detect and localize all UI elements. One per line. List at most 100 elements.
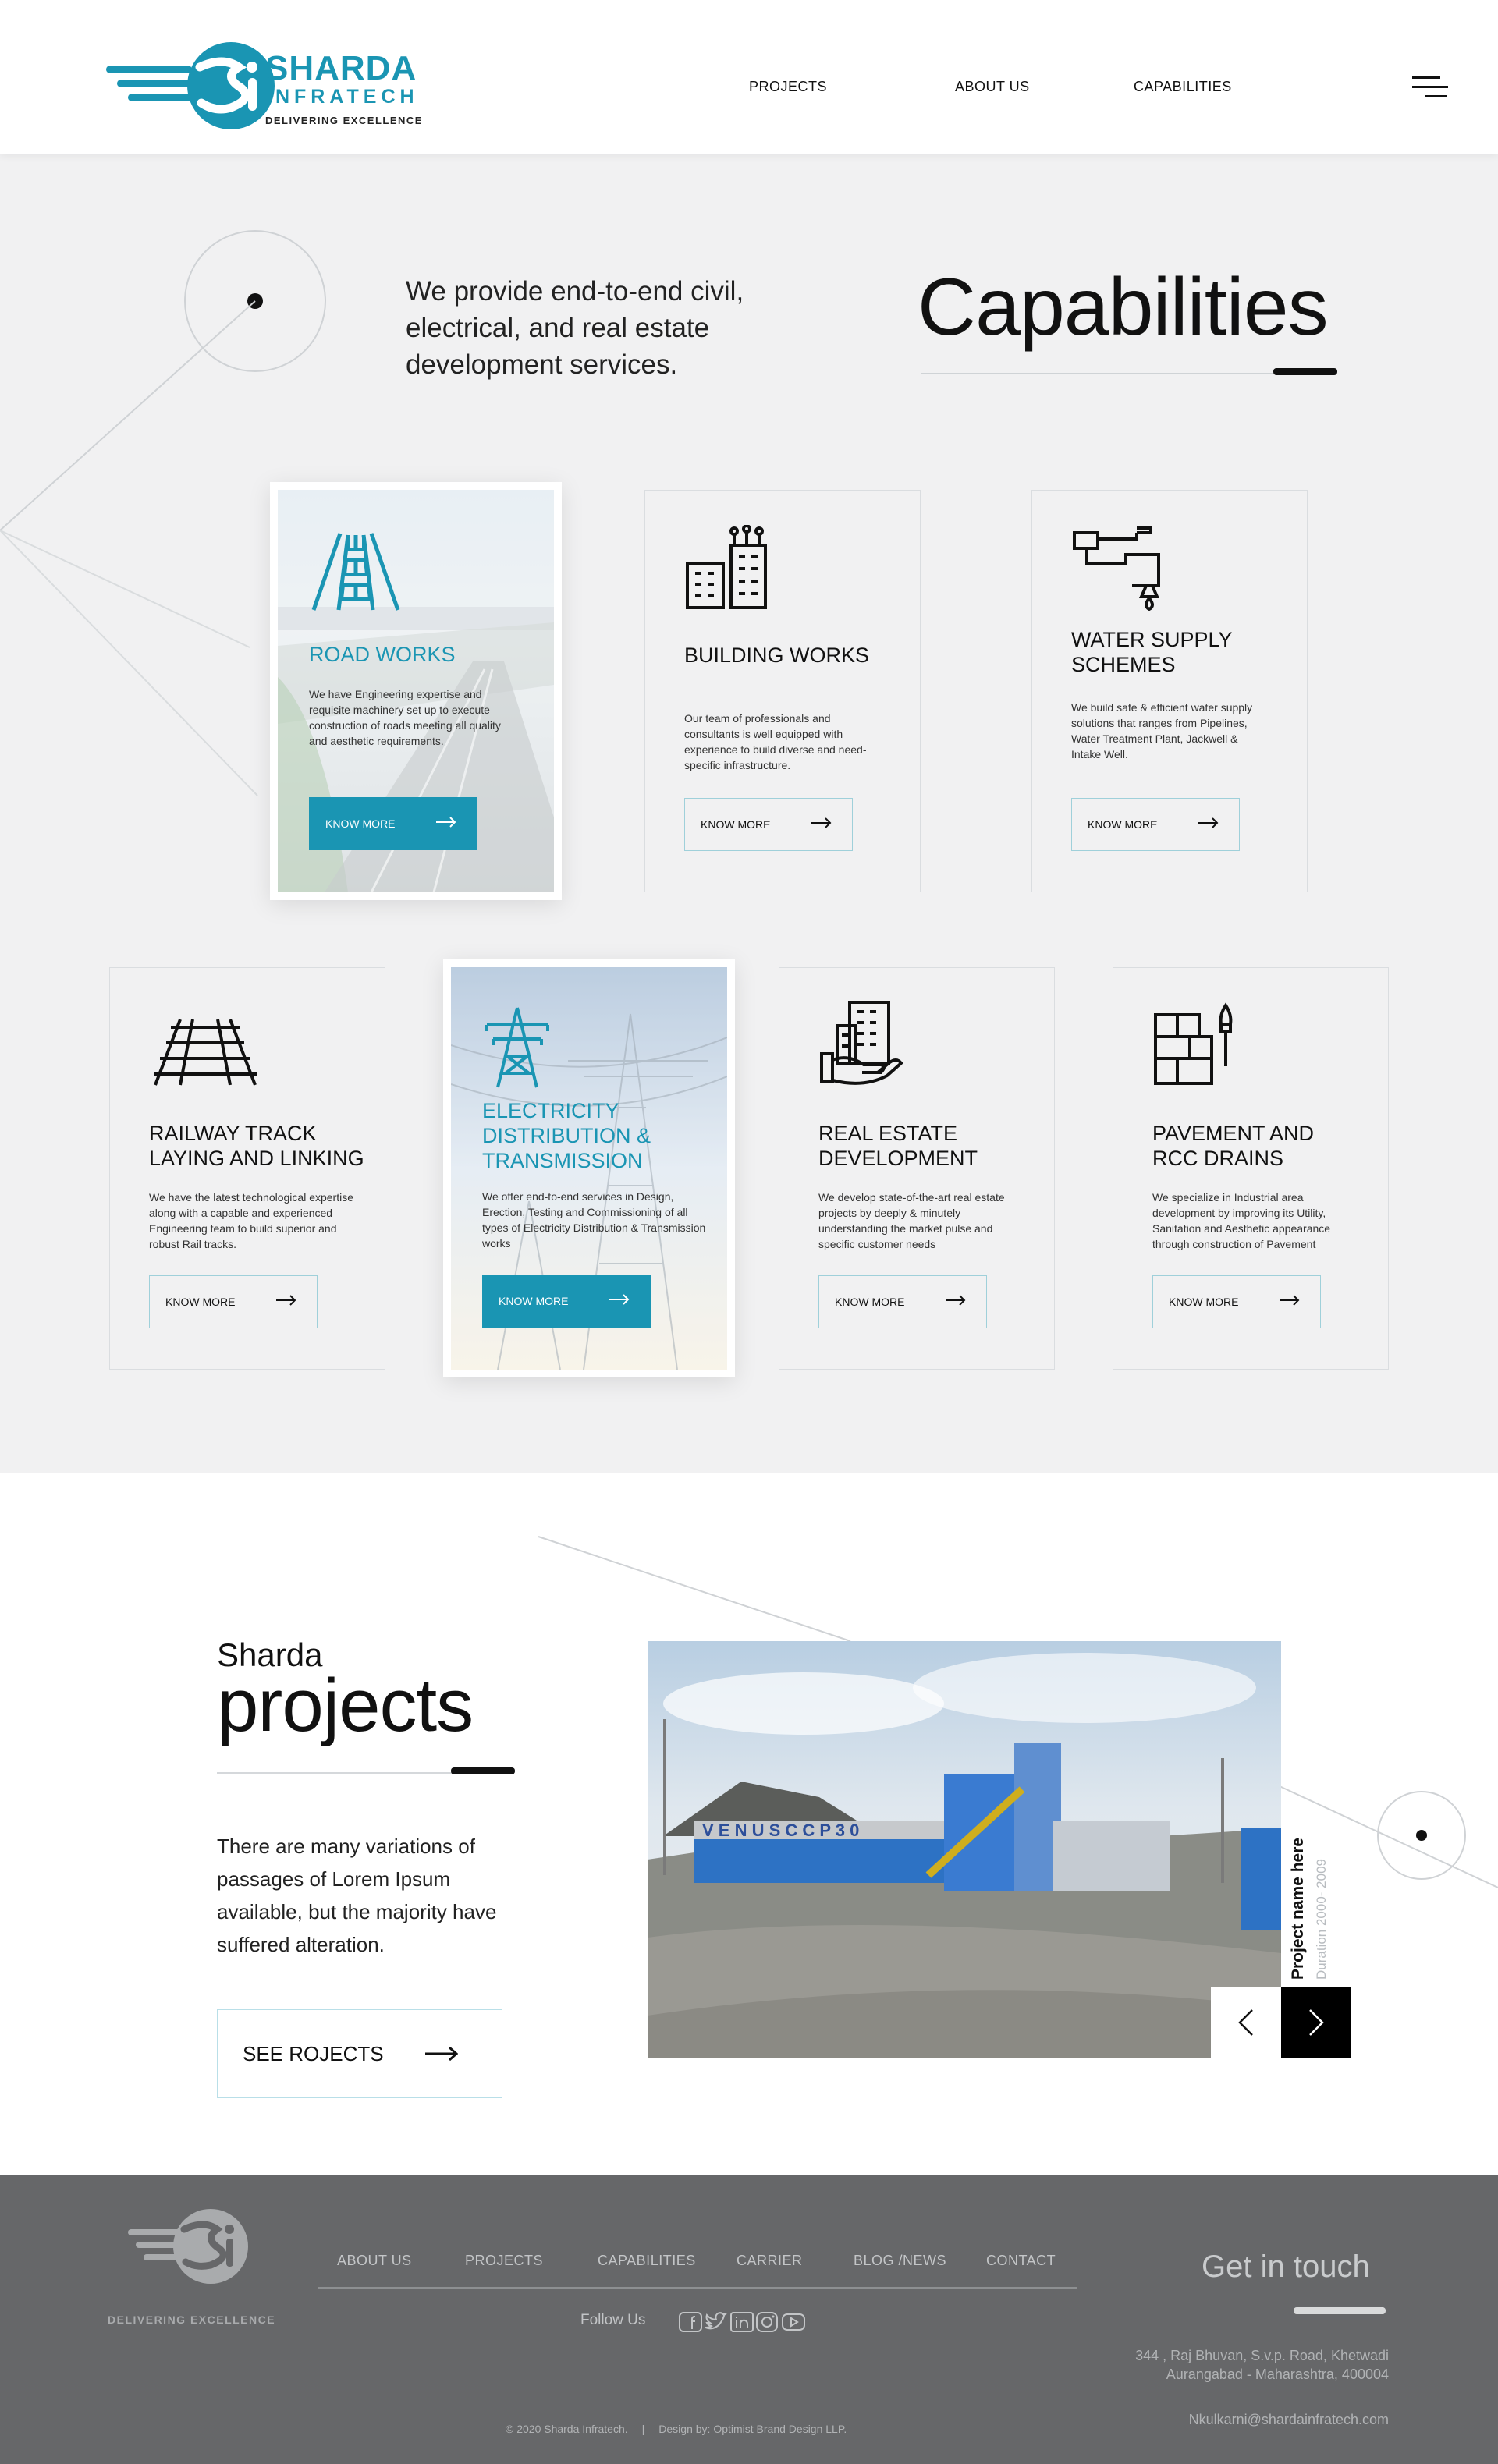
project-duration: Duration 2000- 2009 — [1314, 1858, 1329, 1980]
nav-about-us[interactable]: ABOUT US — [955, 79, 1030, 95]
electricity-know-more-button[interactable]: KNOW MORE — [482, 1275, 651, 1328]
arrow-right-icon — [946, 1295, 966, 1306]
button-label: KNOW MORE — [165, 1296, 236, 1308]
plant-label: V E N U S C C P 3 0 — [702, 1821, 859, 1840]
projects-title: projects — [217, 1664, 474, 1747]
arrow-right-icon — [609, 1294, 630, 1305]
card-title: ROAD WORKS — [309, 643, 456, 666]
water-tap-icon — [1073, 526, 1160, 611]
button-label: SEE ROJECTS — [243, 2041, 384, 2065]
arrow-right-icon — [1280, 1295, 1300, 1306]
card-title: WATER SUPPLY SCHEMES — [1071, 628, 1233, 676]
linkedin-icon[interactable] — [730, 2312, 754, 2332]
copyright-separator: | — [641, 2423, 645, 2435]
nav-projects[interactable]: PROJECTS — [749, 79, 827, 95]
logo-text: SHARDA INFRATECH DELIVERING EXCELLENCE — [265, 49, 423, 127]
card-electricity[interactable]: ELECTRICITY DISTRIBUTION & TRANSMISSION … — [443, 959, 735, 1377]
footer-divider — [318, 2287, 1077, 2289]
site-header: SHARDA INFRATECH DELIVERING EXCELLENCE P… — [0, 0, 1498, 154]
card-desc: We specialize in Industrial area develop… — [1152, 1191, 1331, 1250]
real-estate-know-more-button[interactable]: KNOW MORE — [818, 1275, 987, 1328]
card-title: REAL ESTATE DEVELOPMENT — [818, 1122, 978, 1170]
card-desc: We build safe & efficient water supply s… — [1071, 701, 1253, 760]
chevron-left-icon — [1238, 2009, 1253, 2036]
road-icon — [311, 533, 400, 611]
card-road-works[interactable]: ROAD WORKS We have Engineering expertise… — [270, 482, 562, 900]
card-desc: We have the latest technological experti… — [149, 1191, 354, 1250]
projects-description: There are many variations of passages of… — [217, 1835, 497, 1956]
button-label: KNOW MORE — [1169, 1296, 1239, 1308]
road-works-know-more-button[interactable]: KNOW MORE — [309, 797, 477, 850]
design-credit[interactable]: Design by: Optimist Brand Design LLP. — [658, 2423, 847, 2435]
arrow-right-icon — [436, 817, 456, 828]
card-railway-track[interactable]: RAILWAY TRACK LAYING AND LINKING We have… — [109, 967, 385, 1370]
real-estate-icon — [820, 1001, 903, 1085]
next-project-button[interactable] — [1281, 1987, 1351, 2058]
footer-nav-blog-news[interactable]: BLOG /NEWS — [854, 2253, 946, 2269]
footer-nav-contact[interactable]: CONTACT — [986, 2253, 1056, 2269]
concrete-plant-image: V E N U S C C P 3 0 — [648, 1641, 1281, 2058]
nav-capabilities[interactable]: CAPABILITIES — [1134, 79, 1232, 95]
card-real-estate[interactable]: REAL ESTATE DEVELOPMENT We develop state… — [779, 967, 1055, 1370]
copyright-text: © 2020 Sharda Infratech. — [506, 2423, 628, 2435]
footer-nav-projects[interactable]: PROJECTS — [465, 2253, 543, 2269]
follow-us-label: Follow Us — [580, 2312, 646, 2328]
pavement-know-more-button[interactable]: KNOW MORE — [1152, 1275, 1321, 1328]
arrow-right-icon — [811, 817, 832, 828]
card-desc: We offer end-to-end services in Design, … — [482, 1190, 706, 1250]
power-tower-icon — [485, 1007, 549, 1088]
footer-nav-capabilities[interactable]: CAPABILITIES — [598, 2253, 696, 2269]
card-desc: We have Engineering expertise and requis… — [309, 688, 501, 747]
button-label: KNOW MORE — [835, 1296, 905, 1308]
card-title: ELECTRICITY DISTRIBUTION & TRANSMISSION — [482, 1099, 651, 1172]
arrow-right-icon — [425, 2046, 458, 2062]
footer-nav-carrier[interactable]: CARRIER — [737, 2253, 803, 2269]
card-title: RAILWAY TRACK LAYING AND LINKING — [149, 1122, 364, 1170]
footer-nav-about-us[interactable]: ABOUT US — [337, 2253, 412, 2269]
title-underline-accent — [1273, 368, 1337, 375]
logo-name: SHARDA — [265, 49, 417, 87]
twitter-icon[interactable] — [704, 2312, 727, 2332]
card-pavement[interactable]: PAVEMENT AND RCC DRAINS We specialize in… — [1113, 967, 1389, 1370]
facebook-icon[interactable] — [679, 2312, 702, 2332]
hamburger-menu-icon[interactable] — [1409, 75, 1448, 100]
arrow-right-icon — [276, 1295, 296, 1306]
card-building-works[interactable]: BUILDING WORKS Our team of professionals… — [644, 490, 921, 892]
logo-sub: INFRATECH — [265, 86, 419, 108]
instagram-icon[interactable] — [755, 2312, 779, 2332]
railway-track-icon — [154, 1019, 257, 1086]
project-caption: Project name here Duration 2000- 2009 — [1281, 1825, 1344, 1981]
copyright-bar: © 2020 Sharda Infratech. | Design by: Opti… — [506, 2423, 847, 2435]
capabilities-intro: We provide end-to-end civil, electrical,… — [406, 276, 744, 380]
water-supply-know-more-button[interactable]: KNOW MORE — [1071, 798, 1240, 851]
projects-underline-accent — [451, 1767, 515, 1774]
youtube-icon[interactable] — [782, 2312, 805, 2332]
site-footer: DELIVERING EXCELLENCE ABOUT US PROJECTS … — [0, 2175, 1498, 2464]
card-desc: Our team of professionals and consultant… — [684, 712, 867, 771]
address-line-1: 344 , Raj Bhuvan, S.v.p. Road, Khetwadi — [1135, 2348, 1389, 2363]
railway-know-more-button[interactable]: KNOW MORE — [149, 1275, 318, 1328]
title-underline — [921, 373, 1334, 374]
footer-tagline: DELIVERING EXCELLENCE — [108, 2313, 276, 2326]
footer-email[interactable]: Nkulkarni@shardainfratech.com — [1014, 2412, 1389, 2428]
project-name: Project name here — [1289, 1837, 1307, 1980]
building-icon — [686, 525, 767, 609]
project-photo[interactable]: V E N U S C C P 3 0 — [648, 1641, 1281, 2058]
address-line-2: Aurangabad - Maharashtra, 400004 — [1166, 2367, 1389, 2382]
get-in-touch-underline — [1294, 2307, 1386, 2314]
card-water-supply[interactable]: WATER SUPPLY SCHEMES We build safe & eff… — [1031, 490, 1308, 892]
prev-project-button[interactable] — [1211, 1987, 1281, 2058]
button-label: KNOW MORE — [499, 1295, 569, 1307]
card-title: BUILDING WORKS — [684, 643, 870, 667]
footer-logo-icon[interactable] — [125, 2207, 257, 2293]
footer-address: 344 , Raj Bhuvan, S.v.p. Road, Khetwadi … — [1014, 2346, 1389, 2384]
arrow-right-icon — [1198, 817, 1219, 828]
chevron-right-icon — [1309, 2009, 1324, 2036]
button-label: KNOW MORE — [1088, 818, 1158, 831]
logo-tagline: DELIVERING EXCELLENCE — [265, 115, 423, 126]
get-in-touch-heading: Get in touch — [1202, 2250, 1370, 2284]
see-projects-button[interactable]: SEE ROJECTS — [217, 2009, 502, 2098]
capabilities-title: Capabilities — [918, 262, 1329, 353]
building-works-know-more-button[interactable]: KNOW MORE — [684, 798, 853, 851]
card-desc: We develop state-of-the-art real estate … — [818, 1191, 1005, 1250]
